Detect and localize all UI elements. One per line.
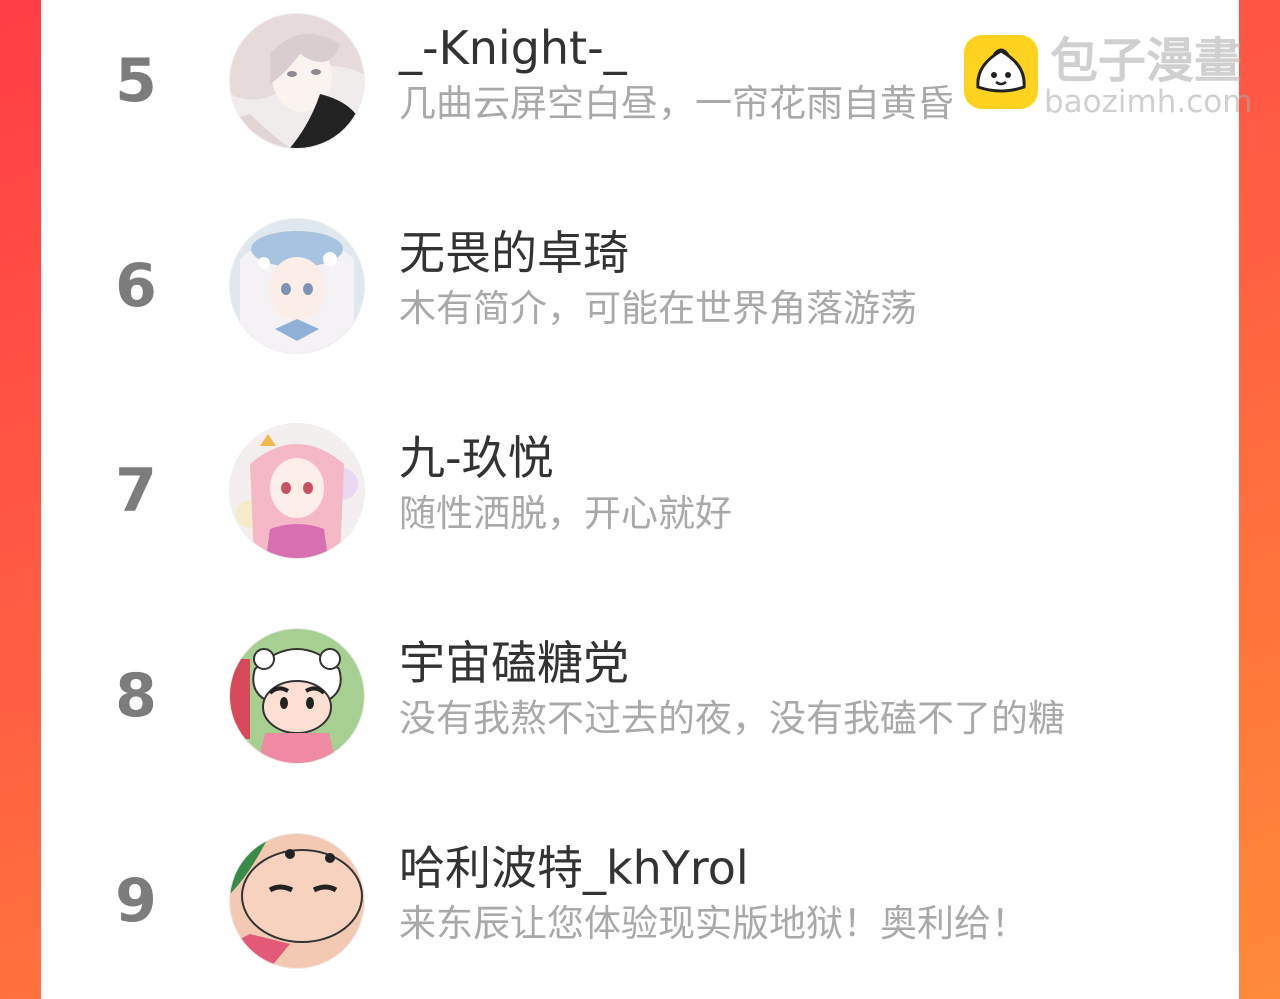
user-name[interactable]: 宇宙磕糖党 <box>399 635 629 691</box>
user-bio: 没有我熬不过去的夜，没有我磕不了的糖 <box>399 697 1065 740</box>
user-name[interactable]: 无畏的卓琦 <box>399 225 629 281</box>
rank-number: 8 <box>115 661 157 731</box>
cartoon-face-avatar-icon[interactable] <box>230 834 364 968</box>
list-item[interactable]: 7 九-玖悦 随性洒脱，开心就好 <box>41 410 1239 570</box>
watermark-title: 包子漫畫 <box>1050 33 1243 89</box>
rank-number: 7 <box>115 456 157 526</box>
site-watermark: 包子漫畫 baozimh.com <box>964 32 1264 120</box>
watermark-url: baozimh.com <box>1044 84 1253 120</box>
list-item[interactable]: 9 哈利波特_khYrol 来东辰让您体验现实版地狱！奥利给！ <box>41 820 1239 980</box>
page-background: 5 _-Knight-_ 几曲云屏空白昼，一帘花雨自黄昏 6 无畏的卓琦 木有简… <box>0 0 1280 999</box>
ranking-list-panel: 5 _-Knight-_ 几曲云屏空白昼，一帘花雨自黄昏 6 无畏的卓琦 木有简… <box>41 0 1239 999</box>
user-bio: 随性洒脱，开心就好 <box>399 492 732 535</box>
user-bio: 木有简介，可能在世界角落游荡 <box>399 287 917 330</box>
user-bio: 几曲云屏空白昼，一帘花雨自黄昏 <box>399 82 954 125</box>
rank-number: 9 <box>115 866 157 936</box>
cartoon-bear-hat-avatar-icon[interactable] <box>230 629 364 763</box>
user-name[interactable]: 哈利波特_khYrol <box>399 840 749 896</box>
user-name[interactable]: 九-玖悦 <box>399 430 554 486</box>
user-name[interactable]: _-Knight-_ <box>399 20 627 76</box>
anime-girl-pink-avatar-icon[interactable] <box>230 424 364 558</box>
rank-number: 6 <box>115 251 157 321</box>
anime-portrait-avatar-icon[interactable] <box>230 14 364 148</box>
rank-number: 5 <box>115 46 157 116</box>
bun-logo-icon <box>964 35 1038 109</box>
user-bio: 来东辰让您体验现实版地狱！奥利给！ <box>399 902 1028 945</box>
list-item[interactable]: 6 无畏的卓琦 木有简介，可能在世界角落游荡 <box>41 205 1239 365</box>
anime-girl-blue-avatar-icon[interactable] <box>230 219 364 353</box>
list-item[interactable]: 8 宇宙磕糖党 没有我熬不过去的夜，没有我磕不了的糖 <box>41 615 1239 775</box>
